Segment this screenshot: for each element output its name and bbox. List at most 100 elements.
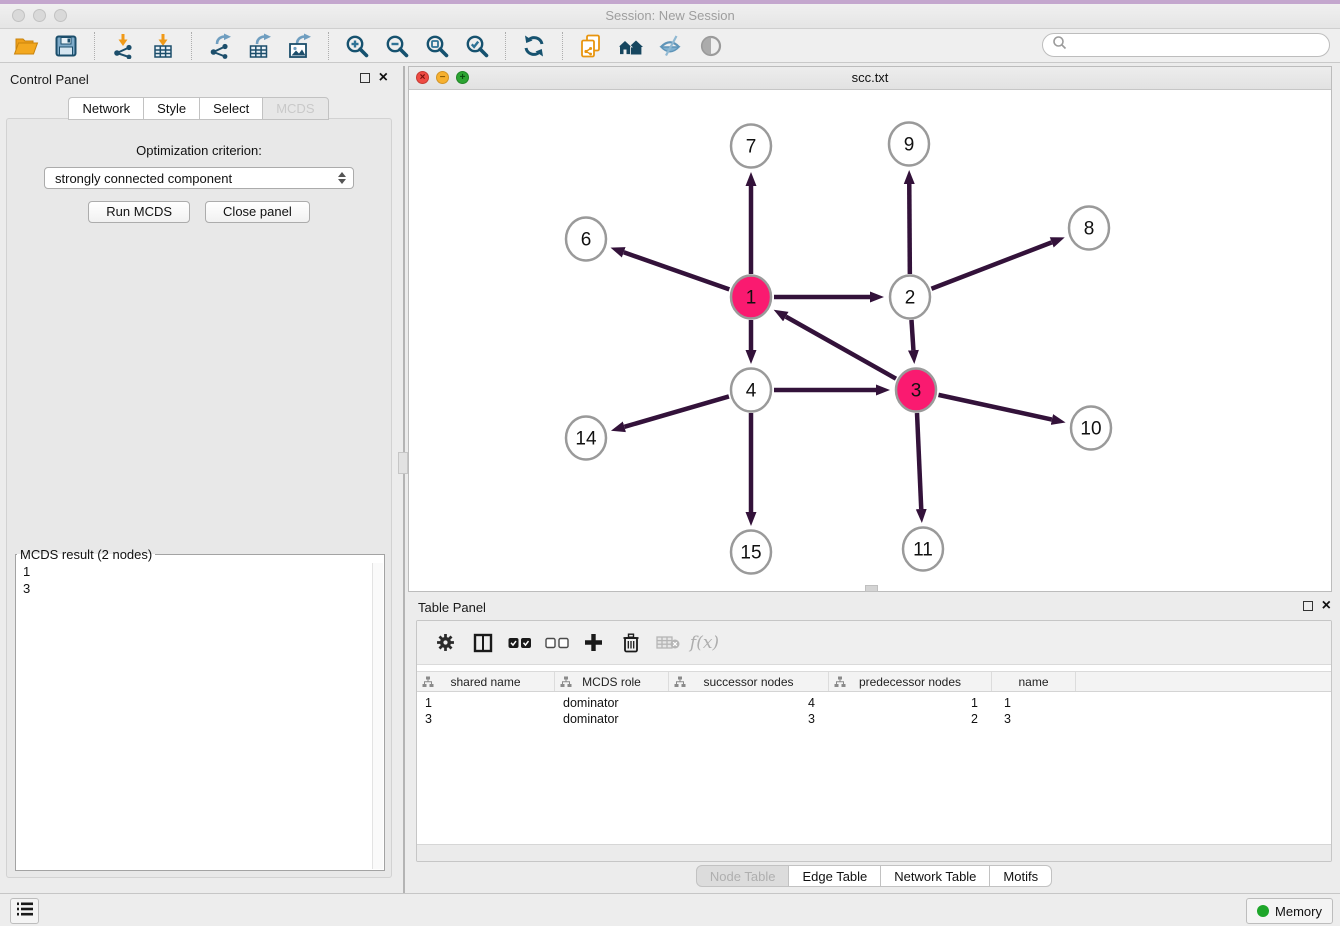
graph-edge-3-11[interactable]: [917, 413, 921, 509]
mcds-panel-body: Optimization criterion: strongly connect…: [6, 118, 392, 878]
graph-edge-2-3[interactable]: [911, 320, 913, 350]
split-divider-handle[interactable]: [398, 452, 408, 474]
column-visibility-icon[interactable]: [464, 625, 501, 661]
import-table-icon[interactable]: [148, 31, 178, 61]
svg-text:11: 11: [913, 540, 933, 561]
graph-edge-4-14[interactable]: [624, 396, 729, 426]
graph-edge-3-10[interactable]: [938, 395, 1051, 420]
mcds-result-text[interactable]: 13: [17, 563, 383, 597]
control-panel-tabs: NetworkStyleSelectMCDS: [0, 97, 397, 120]
table-horizontal-scrollbar[interactable]: [417, 844, 1331, 861]
apply-layout-icon[interactable]: [519, 31, 549, 61]
delete-row-icon[interactable]: [612, 625, 649, 661]
table-cell[interactable]: 2: [829, 711, 992, 727]
deselect-all-icon[interactable]: [538, 625, 575, 661]
column-header-predecessor-nodes[interactable]: predecessor nodes: [829, 672, 992, 691]
float-table-panel-icon[interactable]: [1303, 601, 1313, 611]
toolbar-separator: [328, 32, 329, 60]
graph-node-7[interactable]: 7: [731, 125, 771, 168]
zoom-fit-icon[interactable]: [422, 31, 452, 61]
zoom-in-icon[interactable]: [342, 31, 372, 61]
close-panel-icon[interactable]: ×: [379, 72, 388, 84]
column-header-mcds-role[interactable]: MCDS role: [555, 672, 669, 691]
canvas-resize-handle[interactable]: [865, 585, 878, 592]
tab-node-table[interactable]: Node Table: [696, 865, 790, 887]
run-mcds-button[interactable]: Run MCDS: [88, 201, 190, 223]
column-header-shared-name[interactable]: shared name: [417, 672, 555, 691]
table-toolbar: f(x): [417, 621, 1331, 665]
graph-edge-2-9[interactable]: [909, 184, 910, 274]
network-view-window: × − + scc.txt 7968124314101511: [408, 66, 1332, 592]
table-cell[interactable]: 3: [992, 711, 1076, 727]
close-table-panel-icon[interactable]: ×: [1322, 600, 1331, 612]
export-image-icon[interactable]: [285, 31, 315, 61]
network-close-button[interactable]: ×: [416, 71, 429, 84]
clone-network-icon[interactable]: [576, 31, 606, 61]
status-bar: Memory: [0, 893, 1340, 926]
graph-node-11[interactable]: 11: [903, 528, 943, 571]
tab-style[interactable]: Style: [143, 97, 199, 120]
table-cell[interactable]: 3: [669, 711, 829, 727]
column-header-name[interactable]: name: [992, 672, 1076, 691]
tab-edge-table[interactable]: Edge Table: [789, 865, 881, 887]
import-network-icon[interactable]: [108, 31, 138, 61]
export-table-icon[interactable]: [245, 31, 275, 61]
table-cell[interactable]: 1: [417, 695, 555, 711]
network-graph: 7 9 6 8 1 2 4 3 14 10 15 11: [409, 88, 1331, 591]
table-cell[interactable]: dominator: [555, 695, 669, 711]
network-maximize-button[interactable]: +: [456, 71, 469, 84]
table-options-icon[interactable]: [427, 625, 464, 661]
graph-node-10[interactable]: 10: [1071, 407, 1111, 450]
optimization-criterion-select[interactable]: strongly connected component: [44, 167, 354, 189]
graph-node-2[interactable]: 2: [890, 276, 930, 319]
svg-text:4: 4: [746, 381, 757, 402]
float-panel-icon[interactable]: [360, 73, 370, 83]
hide-graphics-details-icon[interactable]: [656, 31, 686, 61]
memory-button[interactable]: Memory: [1246, 898, 1333, 924]
tab-motifs[interactable]: Motifs: [990, 865, 1052, 887]
tab-select[interactable]: Select: [199, 97, 262, 120]
close-panel-button[interactable]: Close panel: [205, 201, 310, 223]
toolbar-separator: [191, 32, 192, 60]
delete-table-icon[interactable]: [649, 625, 686, 661]
table-cell[interactable]: 4: [669, 695, 829, 711]
graph-node-4[interactable]: 4: [731, 369, 771, 412]
graph-node-14[interactable]: 14: [566, 417, 606, 460]
network-canvas[interactable]: 7 9 6 8 1 2 4 3 14 10 15 11: [409, 88, 1331, 591]
first-neighbors-icon[interactable]: [616, 31, 646, 61]
tab-network-table[interactable]: Network Table: [881, 865, 990, 887]
table-row[interactable]: 3dominator323: [417, 711, 1331, 727]
control-panel-title: Control Panel: [10, 72, 89, 87]
search-input[interactable]: [1072, 37, 1329, 54]
network-minimize-button[interactable]: −: [436, 71, 449, 84]
table-cell[interactable]: 1: [829, 695, 992, 711]
bird-eye-view-icon[interactable]: [696, 31, 726, 61]
graph-edge-3-1[interactable]: [786, 317, 896, 379]
result-line: 1: [17, 563, 383, 580]
task-history-button[interactable]: [10, 898, 39, 924]
graph-edge-2-8[interactable]: [931, 242, 1051, 288]
zoom-out-icon[interactable]: [382, 31, 412, 61]
add-row-icon[interactable]: [575, 625, 612, 661]
tab-network[interactable]: Network: [68, 97, 143, 120]
graph-node-9[interactable]: 9: [889, 123, 929, 166]
graph-node-8[interactable]: 8: [1069, 207, 1109, 250]
main-toolbar: [0, 29, 1340, 63]
graph-node-6[interactable]: 6: [566, 218, 606, 261]
open-session-icon[interactable]: [11, 31, 41, 61]
result-scrollbar[interactable]: [372, 563, 383, 869]
export-network-icon[interactable]: [205, 31, 235, 61]
table-row[interactable]: 1dominator411: [417, 695, 1331, 711]
zoom-selected-icon[interactable]: [462, 31, 492, 61]
table-cell[interactable]: 3: [417, 711, 555, 727]
tab-mcds[interactable]: MCDS: [262, 97, 328, 120]
table-cell[interactable]: 1: [992, 695, 1076, 711]
graph-node-3[interactable]: 3: [896, 369, 936, 412]
graph-edge-1-6[interactable]: [624, 252, 730, 289]
column-header-successor-nodes[interactable]: successor nodes: [669, 672, 829, 691]
save-session-icon[interactable]: [51, 31, 81, 61]
graph-node-1[interactable]: 1: [731, 276, 771, 319]
table-cell[interactable]: dominator: [555, 711, 669, 727]
graph-node-15[interactable]: 15: [731, 531, 771, 574]
select-all-icon[interactable]: [501, 625, 538, 661]
